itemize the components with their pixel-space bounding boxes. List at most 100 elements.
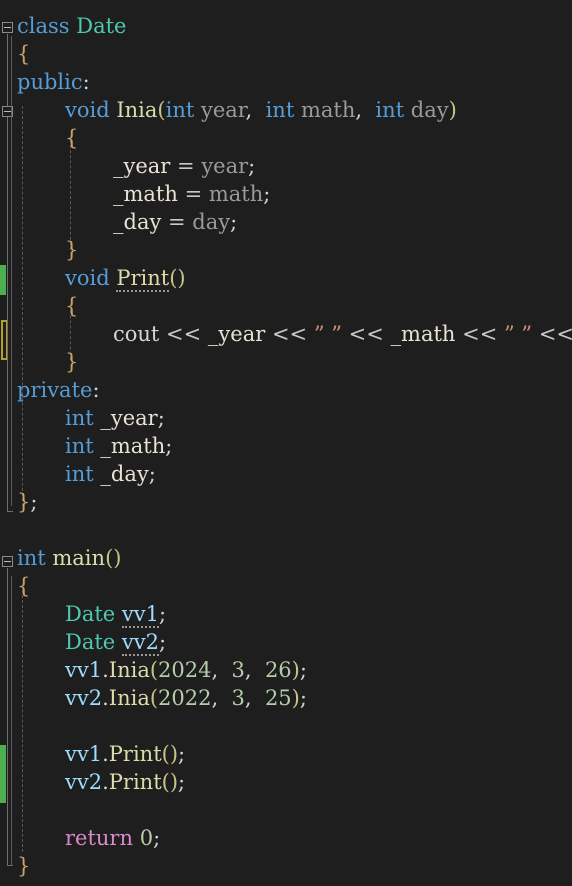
- code-line[interactable]: void Inia(int year, int math, int day): [0, 96, 572, 124]
- code-token-ret: return: [65, 826, 133, 850]
- code-text-area[interactable]: class Date{public: void Inia(int year, in…: [0, 0, 572, 886]
- code-token-member: _math: [390, 322, 456, 346]
- code-token-var: vv2: [65, 686, 103, 710]
- code-line[interactable]: };: [0, 488, 572, 516]
- code-token-op: <<: [341, 322, 391, 346]
- code-token-kw: private: [17, 378, 93, 402]
- code-line[interactable]: {: [0, 292, 572, 320]
- code-token-type: Date: [65, 602, 116, 626]
- code-token-fn: Inia: [108, 686, 150, 710]
- code-line[interactable]: }: [0, 852, 572, 880]
- code-token-kw: int: [17, 546, 46, 570]
- code-line[interactable]: {: [0, 572, 572, 600]
- code-token-punc: }: [65, 238, 79, 262]
- code-line[interactable]: Date vv1;: [0, 600, 572, 628]
- code-line[interactable]: int main(): [0, 544, 572, 572]
- code-token-kw: class: [17, 14, 70, 38]
- code-line[interactable]: vv1.Print();: [0, 740, 572, 768]
- code-token-plain: ;: [157, 406, 165, 430]
- code-line[interactable]: void Print(): [0, 264, 572, 292]
- code-line[interactable]: _year = year;: [0, 152, 572, 180]
- code-line[interactable]: cout << _year << ” ” << _math << ” ” <<: [0, 320, 572, 348]
- code-line[interactable]: {: [0, 124, 572, 152]
- code-line[interactable]: }: [0, 236, 572, 264]
- code-line[interactable]: [0, 712, 572, 740]
- code-token-plain: cout: [113, 322, 160, 346]
- code-line[interactable]: vv1.Inia(2024, 3, 26);: [0, 656, 572, 684]
- code-token-num: 2022: [158, 686, 212, 710]
- code-line[interactable]: _day = day;: [0, 208, 572, 236]
- code-line[interactable]: int _year;: [0, 404, 572, 432]
- code-token-plain: ;: [148, 462, 156, 486]
- code-line[interactable]: class Date: [0, 12, 572, 40]
- code-token-plain: ,: [355, 98, 376, 122]
- code-token-plain: :: [92, 378, 100, 402]
- code-token-paren: (): [105, 546, 122, 570]
- code-token-paren: (: [149, 686, 159, 710]
- code-line[interactable]: int _day;: [0, 460, 572, 488]
- code-token-plain: ;: [299, 658, 307, 682]
- code-line[interactable]: return 0;: [0, 824, 572, 852]
- code-token-kw: int: [65, 462, 94, 486]
- code-token-plain: .: [102, 770, 109, 794]
- code-token-plain: :: [82, 70, 90, 94]
- code-token-type: Date: [65, 630, 116, 654]
- code-editor[interactable]: class Date{public: void Inia(int year, in…: [0, 0, 572, 886]
- code-token-kw: int: [375, 98, 405, 122]
- code-line[interactable]: vv2.Print();: [0, 768, 572, 796]
- code-line[interactable]: Date vv2;: [0, 628, 572, 656]
- code-line[interactable]: public:: [0, 68, 572, 96]
- code-token-param: math: [208, 182, 264, 206]
- code-token-op: =: [170, 154, 202, 178]
- code-line[interactable]: [0, 516, 572, 544]
- code-token-op: =: [161, 210, 193, 234]
- code-token-punc: {: [65, 294, 79, 318]
- code-token-param: year: [201, 98, 246, 122]
- code-token-kw: int: [165, 98, 195, 122]
- code-line[interactable]: int _math;: [0, 432, 572, 460]
- code-token-plain: ;: [230, 210, 238, 234]
- code-token-punc: }: [65, 350, 79, 374]
- code-token-plain: ;: [299, 686, 307, 710]
- code-token-plain: ,: [211, 658, 232, 682]
- code-line[interactable]: [0, 796, 572, 824]
- code-token-kw: void: [65, 266, 110, 290]
- code-token-plain: ;: [30, 490, 38, 514]
- code-token-op: <<: [265, 322, 314, 346]
- code-token-fn: Print: [108, 742, 162, 766]
- code-line[interactable]: }: [0, 348, 572, 376]
- code-token-op: <<: [455, 322, 504, 346]
- code-token-op: <<: [532, 322, 572, 346]
- code-line[interactable]: vv2.Inia(2022, 3, 25);: [0, 684, 572, 712]
- code-token-plain: ;: [248, 154, 256, 178]
- code-token-param: day: [410, 98, 449, 122]
- code-token-num: 25: [264, 686, 292, 710]
- code-token-kw: void: [65, 98, 110, 122]
- code-token-plain: ,: [211, 686, 232, 710]
- code-token-plain: ;: [153, 826, 161, 850]
- code-token-num: 3: [231, 686, 245, 710]
- code-line[interactable]: _math = math;: [0, 180, 572, 208]
- code-token-plain: ;: [159, 602, 167, 626]
- code-token-fn: main: [52, 546, 106, 570]
- code-token-var: vv2: [121, 630, 160, 656]
- code-line[interactable]: {: [0, 40, 572, 68]
- code-token-member: _day: [113, 210, 162, 234]
- code-token-punc: }: [17, 854, 31, 878]
- code-token-member: _day: [100, 462, 149, 486]
- code-token-paren: (: [157, 98, 166, 122]
- code-token-punc: {: [17, 42, 31, 66]
- code-token-paren: (): [161, 742, 179, 766]
- code-token-op: <<: [159, 322, 208, 346]
- code-token-num: 3: [231, 658, 245, 682]
- code-token-plain: .: [102, 686, 109, 710]
- code-token-str: ” ”: [313, 322, 342, 346]
- code-token-num: 0: [139, 826, 154, 850]
- code-token-var: vv1: [65, 742, 103, 766]
- code-token-plain: ,: [245, 98, 266, 122]
- code-line[interactable]: private:: [0, 376, 572, 404]
- code-token-op: =: [177, 182, 209, 206]
